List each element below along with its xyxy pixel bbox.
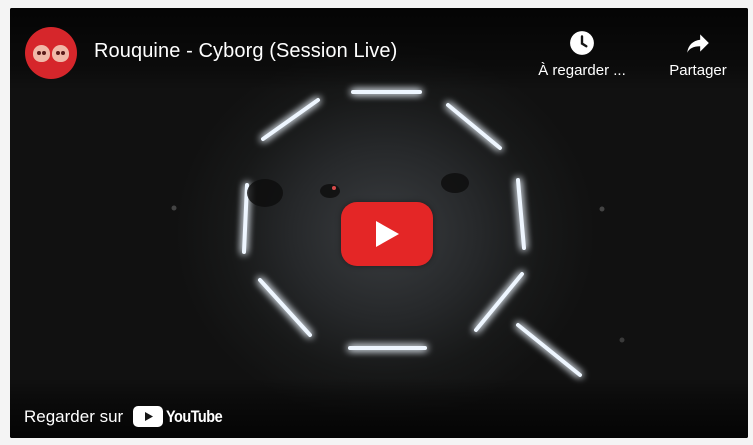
share-arrow-icon (687, 34, 709, 53)
clock-icon (570, 31, 594, 55)
stage-light-dot (171, 205, 177, 211)
share-label: Partager (669, 62, 727, 79)
watch-on-youtube-link[interactable]: Regarder sur YouTube (24, 406, 232, 427)
stage-light-dot (332, 186, 336, 190)
watch-later-button[interactable]: À regarder ... (522, 30, 642, 79)
youtube-wordmark: YouTube (166, 406, 223, 426)
youtube-embed-player[interactable]: Rouquine - Cyborg (Session Live) À regar… (10, 8, 748, 438)
youtube-logo: YouTube (133, 406, 232, 427)
light-tube (474, 272, 524, 332)
light-tube (516, 323, 582, 377)
light-tube (258, 278, 312, 337)
stage-light-dot (619, 337, 625, 343)
light-tube (261, 98, 320, 141)
play-icon (376, 221, 399, 247)
musician-silhouette (441, 173, 469, 193)
light-tube (242, 183, 249, 254)
equipment-silhouette (320, 184, 340, 198)
skull-icon (52, 44, 69, 62)
video-title-link[interactable]: Rouquine - Cyborg (Session Live) (94, 40, 397, 63)
play-button[interactable] (341, 202, 433, 266)
channel-avatar[interactable] (25, 27, 77, 79)
share-button[interactable]: Partager (656, 30, 740, 79)
skull-icon (33, 44, 50, 62)
stage-light-dot (599, 206, 605, 212)
musician-silhouette (247, 179, 283, 207)
youtube-play-icon (133, 406, 164, 427)
watch-later-label: À regarder ... (538, 62, 626, 79)
light-tube (446, 103, 502, 150)
watch-on-label: Regarder sur (24, 406, 124, 426)
light-tube (516, 178, 526, 250)
